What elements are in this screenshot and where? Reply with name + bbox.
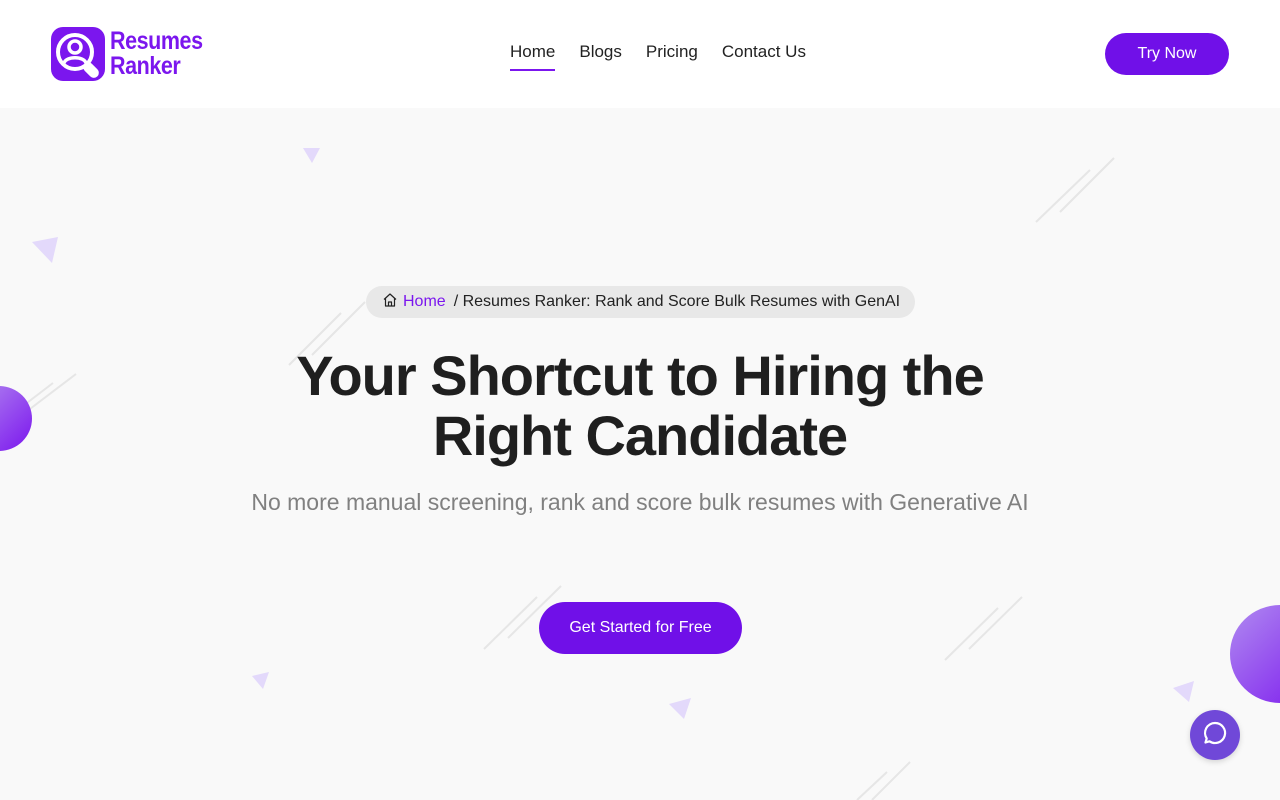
home-icon: [382, 292, 398, 313]
chat-bubble-icon: [1202, 720, 1228, 751]
brand-name-line1: Resumes: [110, 27, 203, 55]
brand-name-line2: Ranker: [110, 52, 181, 80]
main-nav: Home Blogs Pricing Contact Us: [510, 42, 806, 71]
breadcrumb-home-link[interactable]: Home: [403, 293, 446, 311]
site-header: Resumes Ranker Home Blogs Pricing Contac…: [0, 0, 1280, 108]
hero-headline: Your Shortcut to Hiring the Right Candid…: [240, 346, 1040, 466]
brand-name: Resumes Ranker: [110, 29, 203, 79]
nav-home[interactable]: Home: [510, 42, 556, 71]
hero-headline-line1: Your Shortcut to Hiring the: [296, 344, 984, 407]
breadcrumb-current: / Resumes Ranker: Rank and Score Bulk Re…: [453, 293, 901, 310]
user-search-icon: [51, 27, 105, 81]
nav-blogs[interactable]: Blogs: [579, 42, 622, 70]
try-now-button[interactable]: Try Now: [1105, 33, 1229, 75]
chat-widget-button[interactable]: [1190, 710, 1240, 760]
brand-logo[interactable]: Resumes Ranker: [51, 27, 218, 81]
hero-headline-line2: Right Candidate: [432, 404, 848, 467]
get-started-button[interactable]: Get Started for Free: [539, 602, 742, 654]
nav-pricing[interactable]: Pricing: [646, 42, 698, 70]
breadcrumb: Home / Resumes Ranker: Rank and Score Bu…: [366, 286, 915, 318]
nav-contact-us[interactable]: Contact Us: [722, 42, 806, 70]
hero-subtitle: No more manual screening, rank and score…: [251, 489, 1029, 515]
